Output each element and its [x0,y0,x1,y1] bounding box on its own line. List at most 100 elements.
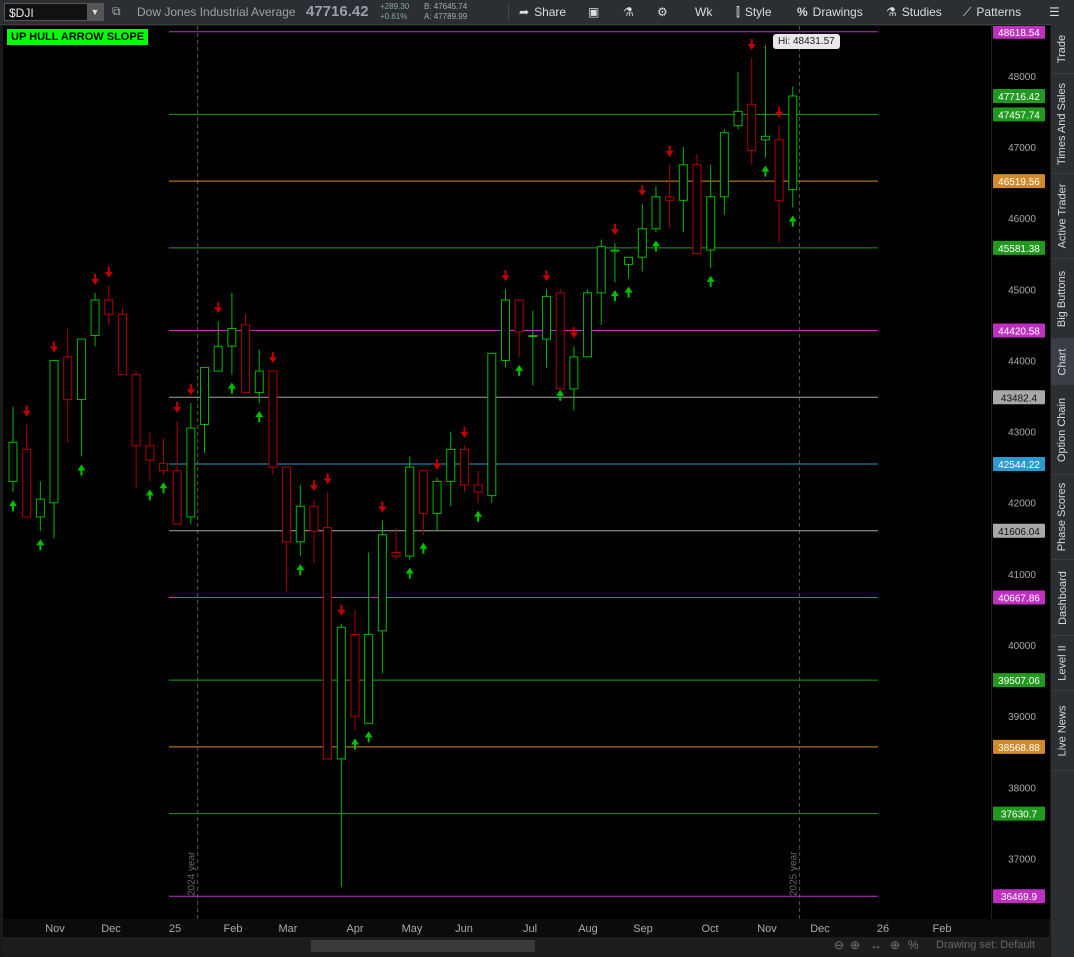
study-label[interactable]: UP HULL ARROW SLOPE [7,29,149,45]
down-arrow [186,384,195,396]
time-tick-label: Jun [455,923,473,935]
time-axis[interactable]: Nov Dec 25 Feb Mar Apr May Jun Jul Aug Sep Oct Nov De… [3,919,1049,937]
year-label: 2025 year [789,851,800,896]
menu-button[interactable]: ☰ [1049,0,1060,24]
candle-body [200,367,210,425]
down-arrow [378,501,387,513]
candle-body [514,299,524,333]
candle-body [405,466,415,557]
tab-level-ii[interactable]: Level II [1051,636,1074,691]
tab-option-chain[interactable]: Option Chain [1051,385,1074,475]
studies-button[interactable]: ⚗ Studies [886,0,942,24]
level-price-label: 42544.22 [998,460,1040,471]
down-arrow [337,604,346,616]
candle-body [678,164,688,201]
symbol-input[interactable]: $DJI ▼ [4,3,104,21]
time-axis-svg: Nov Dec 25 Feb Mar Apr May Jun Jul Aug Sep Oct Nov De… [45,923,951,935]
up-arrow [255,411,264,423]
candle-body [336,626,346,760]
candle-body [459,448,469,486]
flask-button[interactable]: ⚗ [623,0,634,24]
level-price-label: 37630.7 [1001,810,1038,821]
tab-dashboard[interactable]: Dashboard [1051,560,1074,636]
time-tick-label: Sep [633,923,653,935]
time-tick-label: Aug [578,923,598,935]
candle-body [227,327,237,347]
time-tick-label: Nov [757,923,777,935]
snapshot-button[interactable]: ▣ [588,0,599,24]
time-tick-label: Dec [810,923,830,935]
price-axis-svg: 37000 38000 39000 40000 41000 42000 43000 44000… [993,24,1045,904]
down-arrow [104,266,113,278]
candle-body [651,196,661,230]
top-toolbar: $DJI ▼ ⧉ Dow Jones Industrial Average 47… [0,0,1074,25]
tab-live-news[interactable]: Live News [1051,691,1074,771]
candle-body [706,196,716,251]
candle-body [186,427,196,518]
tab-times-and-sales[interactable]: Times And Sales [1051,74,1074,174]
high-tooltip: Hi: 48431.57 [773,34,840,49]
candle-body [610,249,620,252]
flask-icon: ⚗ [623,5,634,19]
tab-big-buttons[interactable]: Big Buttons [1051,259,1074,339]
toolbar-divider [508,3,509,21]
zoom-out-icon[interactable]: ⊖ [834,938,844,952]
candle-body [555,292,565,390]
link-icon[interactable]: ⧉ [112,4,121,19]
bid-value: B: 47645.74 [424,2,468,11]
candle-body [350,633,360,717]
candle-body [35,498,45,518]
tab-chart[interactable]: Chart [1051,339,1074,385]
scrollbar-thumb[interactable] [311,940,535,952]
candle-body [637,228,647,258]
price-tick-label: 47000 [1008,143,1036,154]
price-tick-label: 48000 [1008,72,1036,83]
camera-icon: ▣ [588,5,600,19]
share-icon: ➦ [519,5,530,19]
up-arrow [419,542,428,554]
tab-phase-scores[interactable]: Phase Scores [1051,475,1074,560]
candle-body [282,466,292,543]
candle-body [446,448,456,482]
settings-button[interactable]: ⚙ [657,0,668,24]
candle-body [569,356,579,390]
crosshair-icon[interactable]: ⊕ [890,938,900,952]
price-tick-label: 38000 [1008,783,1036,794]
style-button[interactable]: ⫿ Style [736,0,772,24]
patterns-label: Patterns [976,5,1022,19]
chevron-down-icon[interactable]: ▼ [87,4,103,20]
bid-ask: B: 47645.74 A: 47789.99 [424,2,467,22]
time-tick-label: Nov [45,923,65,935]
zoom-in-icon[interactable]: ⊕ [850,938,860,952]
timeframe-button[interactable]: Wk [695,0,712,24]
up-arrow [556,389,565,401]
drawings-button[interactable]: % Drawings [797,0,863,24]
price-axis[interactable]: 37000 38000 39000 40000 41000 42000 43000 44000… [991,24,1050,919]
percent-icon[interactable]: % [908,938,919,952]
tab-active-trader[interactable]: Active Trader [1051,174,1074,259]
down-arrow [569,327,578,339]
time-tick-label: 26 [877,923,889,935]
price-tick-label: 41000 [1008,570,1036,581]
level-price-label: 45581.38 [998,244,1040,255]
price-tick-label: 40000 [1008,641,1036,652]
time-tick-label: Jul [523,923,537,935]
down-arrow [323,473,332,485]
down-arrow [747,39,756,51]
candle-body [624,256,634,265]
candle-body [432,480,442,514]
down-arrow [309,480,318,492]
patterns-icon: ⟋ [963,4,972,19]
down-arrow [775,106,784,118]
price-tick-label: 44000 [1008,356,1036,367]
chart-area[interactable]: 2024 year 2025 year [3,26,991,919]
time-tick-label: Oct [701,923,718,935]
arrows-icon[interactable]: ↔ [870,938,882,952]
patterns-button[interactable]: ⟋ Patterns [963,0,1021,24]
studies-label: Studies [901,5,942,19]
tab-trade[interactable]: Trade [1051,24,1074,74]
share-button[interactable]: ➦ Share [519,0,566,24]
candle-body [719,132,729,198]
down-arrow [173,401,182,413]
candle-body [500,299,510,361]
